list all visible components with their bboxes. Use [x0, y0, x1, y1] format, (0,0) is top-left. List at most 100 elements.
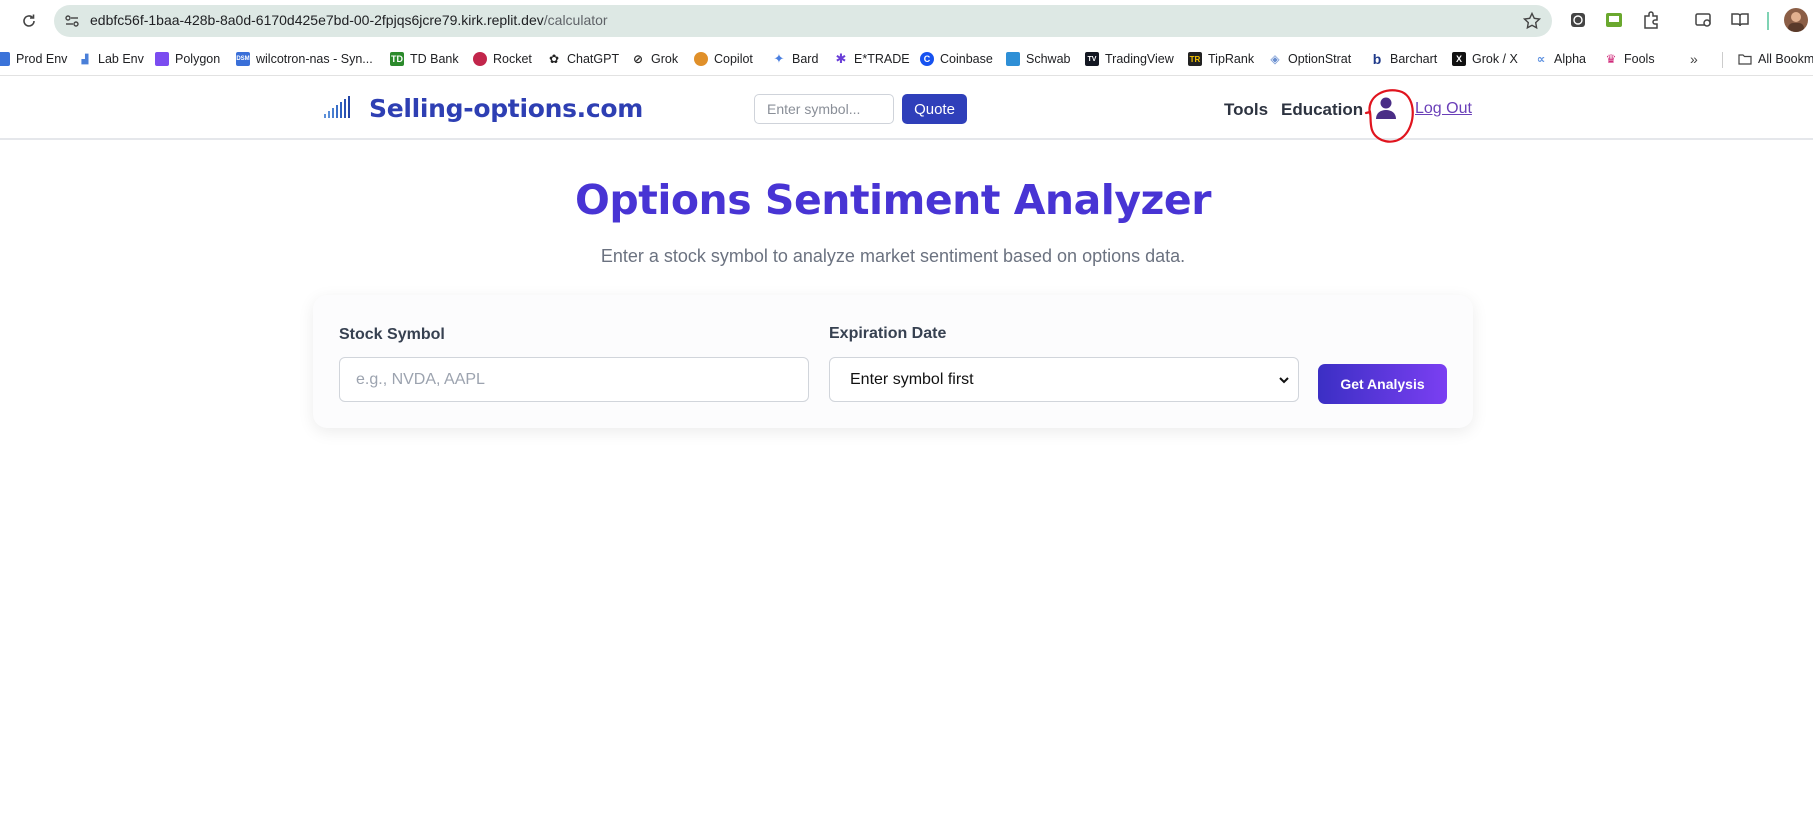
bookmark-label: Coinbase — [940, 52, 993, 66]
bookmark-icon: X — [1452, 52, 1466, 66]
all-bookmarks-label: All Bookm — [1758, 52, 1813, 66]
bookmark-label: Copilot — [714, 52, 753, 66]
bookmark-coinbase[interactable]: C Coinbase — [920, 50, 993, 68]
bookmark-optionstrat[interactable]: ◈ OptionStrat — [1268, 50, 1351, 68]
openai-extension-icon[interactable] — [1568, 10, 1588, 30]
bookmark-icon: b — [1370, 51, 1384, 67]
bookmark-copilot[interactable]: Copilot — [694, 50, 753, 68]
annotation-circle — [1364, 89, 1414, 143]
expiration-date-label: Expiration Date — [829, 325, 947, 342]
toolbar-divider — [1767, 12, 1769, 30]
bookmark-polygon[interactable]: Polygon — [155, 50, 220, 68]
get-analysis-button[interactable]: Get Analysis — [1318, 364, 1447, 404]
nav-education[interactable]: Education — [1281, 100, 1363, 120]
header-symbol-input[interactable] — [754, 94, 894, 124]
bookmark-bard[interactable]: ✦ Bard — [772, 50, 818, 68]
bookmark-label: Schwab — [1026, 52, 1071, 66]
bookmark-label: Fools — [1624, 52, 1655, 66]
bookmark-label: wilcotron-nas - Syn... — [256, 52, 373, 66]
bookmark-icon: C — [920, 52, 934, 66]
green-extension-icon[interactable] — [1604, 10, 1624, 30]
bookmark-grok-x[interactable]: X Grok / X — [1452, 50, 1518, 68]
bookmark-label: Polygon — [175, 52, 221, 66]
bookmarks-overflow-chevron-icon[interactable]: » — [1690, 51, 1698, 67]
address-bar[interactable]: edbfc56f-1baa-428b-8a0d-6170d425e7bd-00-… — [54, 5, 1552, 37]
folder-icon — [1738, 52, 1752, 66]
bookmark-icon: ▟ — [78, 52, 92, 66]
bookmark-alpha[interactable]: ∝ Alpha — [1534, 50, 1586, 68]
bookmark-icon: ✦ — [772, 51, 786, 66]
nav-tools[interactable]: Tools — [1224, 100, 1268, 120]
bookmark-icon — [0, 52, 10, 66]
bookmark-prod-env[interactable]: Prod Env — [0, 50, 67, 68]
bookmarks-bar: Prod Env ▟ Lab Env Polygon DSM wilcotron-n… — [0, 42, 1813, 76]
page-title: Options Sentiment Analyzer — [575, 176, 1211, 224]
bookmark-label: Lab Env — [98, 52, 144, 66]
chevron-down-icon — [1278, 373, 1290, 385]
bookmark-icon — [155, 52, 169, 66]
url-path: /calculator — [543, 12, 608, 28]
brand-name[interactable]: Selling-options.com — [369, 94, 643, 123]
bookmark-icon: ◈ — [1268, 52, 1282, 66]
browser-toolbar: edbfc56f-1baa-428b-8a0d-6170d425e7bd-00-… — [0, 0, 1813, 42]
bookmark-label: Alpha — [1554, 52, 1586, 66]
bookmark-label: TradingView — [1105, 52, 1174, 66]
bookmark-icon: TD — [390, 52, 404, 66]
expiration-date-select[interactable]: Enter symbol first — [829, 357, 1299, 402]
puzzle-extensions-icon[interactable] — [1641, 10, 1661, 30]
bookmark-icon — [694, 52, 708, 66]
bookmark-icon: ✱ — [834, 51, 848, 66]
bookmark-label: Bard — [792, 52, 819, 66]
logo-bars-icon[interactable] — [324, 96, 350, 118]
bookmark-label: Grok — [651, 52, 679, 66]
bookmark-lab-env[interactable]: ▟ Lab Env — [78, 50, 144, 68]
expiration-selected-value: Enter symbol first — [850, 370, 974, 388]
bookmark-icon: ✿ — [547, 52, 561, 66]
bookmark-schwab[interactable]: Schwab — [1006, 50, 1070, 68]
bookmark-label: Grok / X — [1472, 52, 1518, 66]
bookmark-etrade[interactable]: ✱ E*TRADE — [834, 50, 910, 68]
tab-search-icon[interactable] — [1694, 10, 1714, 30]
url-text[interactable]: edbfc56f-1baa-428b-8a0d-6170d425e7bd-00-… — [90, 12, 608, 28]
bookmark-tradingview[interactable]: TV TradingView — [1085, 50, 1174, 68]
reading-mode-icon[interactable] — [1730, 10, 1750, 30]
bookmarks-divider — [1722, 52, 1723, 68]
star-icon[interactable] — [1522, 11, 1542, 31]
bookmark-label: Prod Env — [16, 52, 68, 66]
bookmark-label: TD Bank — [410, 52, 459, 66]
bookmark-label: Rocket — [493, 52, 532, 66]
site-info-icon[interactable] — [64, 13, 80, 29]
reload-icon[interactable] — [18, 10, 40, 32]
bookmark-fools[interactable]: ♛ Fools — [1604, 50, 1655, 68]
bookmark-icon: ∝ — [1534, 52, 1548, 66]
bookmark-icon: TV — [1085, 52, 1099, 66]
analysis-form-card: Stock Symbol Expiration Date Enter symbo… — [313, 295, 1473, 428]
site-header: Selling-options.com Quote Tools Educatio… — [0, 76, 1813, 143]
bookmark-label: Barchart — [1390, 52, 1438, 66]
url-host: edbfc56f-1baa-428b-8a0d-6170d425e7bd-00-… — [90, 12, 544, 28]
bookmark-rocket[interactable]: Rocket — [473, 50, 532, 68]
bookmark-td-bank[interactable]: TD TD Bank — [390, 50, 459, 68]
all-bookmarks-folder[interactable]: All Bookm — [1738, 50, 1813, 68]
stock-symbol-input[interactable] — [339, 357, 809, 402]
stock-symbol-label: Stock Symbol — [339, 326, 445, 343]
page-subtitle: Enter a stock symbol to analyze market s… — [600, 246, 1186, 266]
bookmark-icon — [473, 52, 487, 66]
bookmark-label: ChatGPT — [567, 52, 620, 66]
bookmark-wilcotron-nas[interactable]: DSM wilcotron-nas - Syn... — [236, 50, 373, 68]
bookmark-chatgpt[interactable]: ✿ ChatGPT — [547, 50, 619, 68]
bookmark-barchart[interactable]: b Barchart — [1370, 50, 1437, 68]
logout-link[interactable]: Log Out — [1415, 100, 1472, 118]
bookmark-label: E*TRADE — [854, 52, 910, 66]
bookmark-icon: ⊘ — [631, 52, 645, 66]
bookmark-icon: TR — [1188, 52, 1202, 66]
bookmark-grok[interactable]: ⊘ Grok — [631, 50, 678, 68]
bookmark-icon: DSM — [236, 52, 250, 66]
bookmark-label: OptionStrat — [1288, 52, 1352, 66]
bookmark-tiprank[interactable]: TR TipRank — [1188, 50, 1254, 68]
quote-button[interactable]: Quote — [902, 94, 967, 124]
bookmark-icon — [1006, 52, 1020, 66]
bookmark-label: TipRank — [1208, 52, 1255, 66]
profile-avatar[interactable] — [1784, 8, 1808, 32]
bookmark-icon: ♛ — [1604, 52, 1618, 66]
